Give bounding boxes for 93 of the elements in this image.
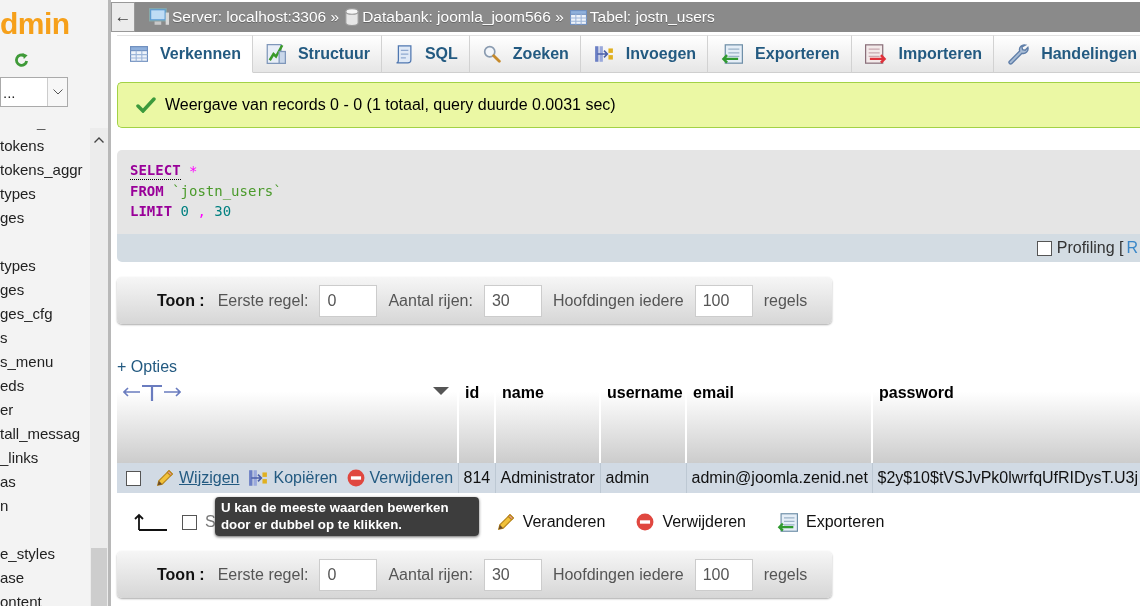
checkbox[interactable] (126, 470, 141, 486)
tab[interactable]: Zoeken (469, 35, 581, 73)
field-label: Eerste regel: (217, 291, 309, 310)
import-icon (864, 44, 887, 64)
dropdown-triangle-icon (433, 387, 449, 395)
export-button[interactable]: Exporteren (777, 512, 885, 532)
sql-line: FROM `jostn_users` (130, 181, 283, 201)
sidebar-table-item[interactable]: e_styles (0, 542, 90, 566)
field-label: regels (763, 565, 808, 584)
table-cell: 814 (458, 463, 495, 493)
monitor-icon (149, 8, 169, 26)
checkbox[interactable] (182, 514, 197, 530)
field-label: Hoofdingen iedere (552, 565, 684, 584)
table-cell: admin@joomla.zenid.net (686, 463, 872, 493)
sidebar-table-item[interactable]: types (0, 254, 90, 278)
tooltip: U kan de meeste waarden bewerken door er dubbel op te klikken. (215, 497, 479, 536)
delete-button[interactable]: Verwijderen (636, 513, 746, 531)
select-all-label[interactable]: S (205, 513, 216, 531)
nav-title: Toon : (157, 565, 205, 584)
number-input[interactable]: 0 (319, 558, 378, 591)
number-input[interactable]: 100 (694, 284, 753, 317)
tab[interactable]: Importeren (851, 35, 995, 73)
back-button[interactable]: ← (111, 2, 135, 32)
pencil-icon (496, 513, 515, 531)
sidebar-table-item[interactable]: n (0, 494, 90, 518)
delete-icon (636, 513, 655, 531)
database-icon (345, 8, 360, 26)
scrollbar-track[interactable] (90, 128, 108, 606)
table-icon (130, 45, 148, 63)
sidebar-table-item[interactable]: tall_messag (0, 422, 90, 446)
nav-title: Toon : (157, 291, 205, 310)
table-cell: Administrator (495, 463, 600, 493)
sidebar-table-item[interactable]: s_menu (0, 350, 90, 374)
number-input[interactable]: 30 (483, 284, 542, 317)
number-input[interactable]: 100 (694, 558, 753, 591)
field-label: Aantal rijen: (388, 291, 473, 310)
database-select[interactable]: ... (0, 77, 68, 107)
table-cell: admin (600, 463, 686, 493)
sidebar-item-fragment: _ (35, 112, 47, 132)
delete-link[interactable]: Verwijderen (346, 469, 454, 487)
sidebar-table-item[interactable]: ase (0, 566, 90, 590)
document-icon (394, 44, 413, 64)
check-icon (136, 97, 156, 113)
sidebar-table-item[interactable]: tokens_aggr (0, 158, 90, 182)
number-input[interactable]: 0 (319, 284, 378, 317)
tab[interactable]: Handelingen (994, 35, 1140, 73)
sidebar-table-item[interactable]: s (0, 326, 90, 350)
change-button[interactable]: Veranderen (496, 513, 606, 531)
columns-arrow-icon (593, 45, 614, 63)
field-label: Hoofdingen iedere (552, 291, 684, 310)
checkbox[interactable] (1036, 240, 1052, 256)
scroll-up-icon (94, 137, 104, 143)
tab[interactable]: Verkennen (117, 35, 253, 73)
pencil-icon (156, 469, 174, 487)
profiling-label: Profiling [ (1056, 239, 1124, 257)
scrollbar-thumb[interactable] (91, 548, 107, 606)
search-icon (482, 45, 501, 63)
number-input[interactable]: 30 (483, 558, 542, 591)
message-text: Weergave van records 0 - 0 (1 totaal, query duurde 0.0031 sec) (165, 96, 616, 114)
sidebar-table-item[interactable]: ges (0, 206, 90, 230)
sidebar-table-item[interactable]: ges_cfg (0, 302, 90, 326)
sidebar-table-item[interactable]: ges (0, 278, 90, 302)
sidebar-table-item[interactable]: er (0, 398, 90, 422)
tab[interactable]: Exporteren (708, 35, 852, 73)
sidebar-table-item[interactable]: as (0, 470, 90, 494)
chart-icon (265, 44, 286, 64)
table-cell: $2y$10$tVSJvPk0lwrfqUfRIDysT.U3j (872, 463, 1140, 493)
tab[interactable]: Structuur (252, 35, 382, 73)
sidebar-table-item[interactable]: tokens (0, 134, 90, 158)
sql-line: SELECT * (130, 161, 199, 181)
sidebar-table-item[interactable]: _links (0, 446, 90, 470)
arrow-up-corner-icon (133, 512, 167, 532)
options-link[interactable]: + Opties (117, 357, 178, 377)
table-icon (569, 8, 587, 26)
sql-line: LIMIT 0 , 30 (130, 201, 233, 221)
copy-icon (248, 469, 269, 487)
field-label: Aantal rijen: (388, 565, 473, 584)
field-label: regels (763, 291, 808, 310)
wrench-icon (1007, 43, 1030, 65)
field-label: Eerste regel: (217, 565, 309, 584)
column-arrows-icon (123, 384, 181, 402)
sidebar-table-item[interactable]: types (0, 182, 90, 206)
tab[interactable]: SQL (381, 35, 470, 73)
reload-icon (14, 52, 29, 68)
sidebar-table-item[interactable]: eds (0, 374, 90, 398)
edit-link[interactable]: Wijzigen (156, 469, 240, 487)
export-icon (721, 44, 744, 64)
tab[interactable]: Invoegen (580, 35, 709, 73)
sql-keyword-link[interactable]: SELECT (130, 162, 181, 180)
export-icon (777, 512, 798, 532)
copy-link[interactable]: Kopiëren (248, 469, 338, 487)
chevron-down-icon (52, 89, 63, 95)
delete-icon (346, 469, 365, 487)
